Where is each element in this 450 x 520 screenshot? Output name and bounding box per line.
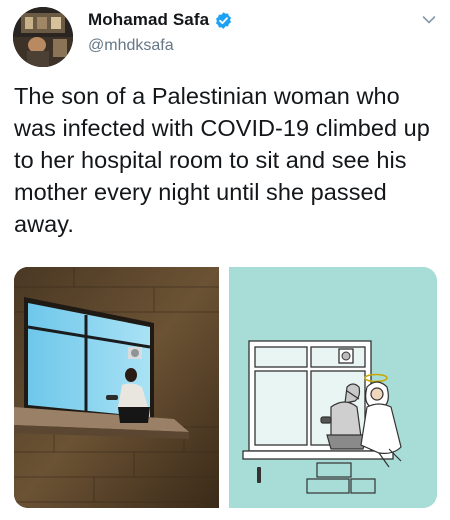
tweet-media bbox=[14, 267, 437, 508]
chevron-down-icon[interactable] bbox=[422, 12, 436, 24]
tweet-author: Mohamad Safa @mhdksafa bbox=[88, 9, 233, 55]
handle[interactable]: @mhdksafa bbox=[88, 37, 233, 55]
tweet-text: The son of a Palestinian woman who was i… bbox=[14, 83, 430, 237]
media-illustration[interactable] bbox=[229, 267, 437, 508]
avatar[interactable] bbox=[13, 7, 73, 67]
verified-badge-icon bbox=[214, 11, 233, 30]
tweet: Mohamad Safa @mhdksafa The son of a Pale… bbox=[0, 0, 450, 520]
avatar-image bbox=[13, 7, 73, 67]
media-photo[interactable] bbox=[14, 267, 219, 508]
display-name[interactable]: Mohamad Safa bbox=[88, 10, 209, 30]
